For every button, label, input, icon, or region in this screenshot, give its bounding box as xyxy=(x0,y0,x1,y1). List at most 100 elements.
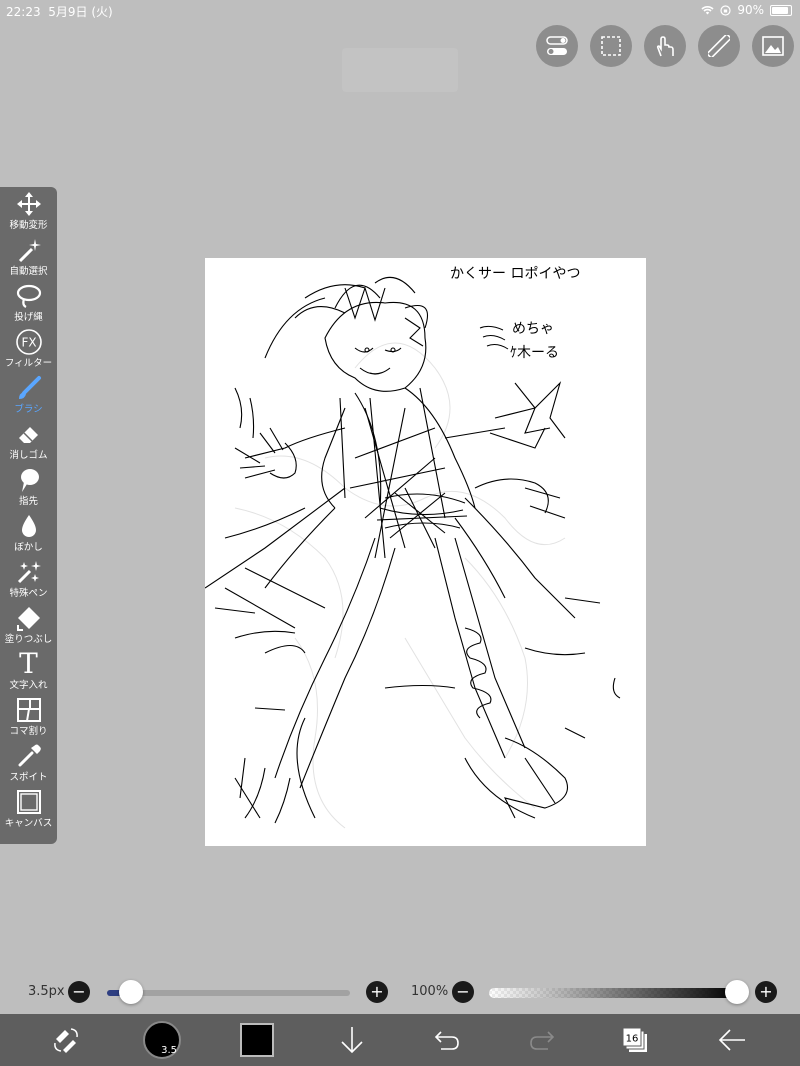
eraser-icon xyxy=(15,420,43,448)
text-icon: T xyxy=(19,647,38,680)
tool-label: 塗りつぶし xyxy=(4,634,53,645)
opacity-decrease-button[interactable]: − xyxy=(452,981,474,1003)
tool-blur[interactable]: ぼかし xyxy=(0,509,57,555)
undo-icon xyxy=(434,1031,459,1050)
fill-icon xyxy=(15,604,43,632)
touch-button[interactable] xyxy=(644,25,686,67)
tool-finger[interactable]: 指先 xyxy=(0,463,57,509)
annotation-top: かくサー ロポイやつ xyxy=(450,266,580,282)
status-time: 22:23 xyxy=(6,5,41,19)
blur-icon xyxy=(15,512,43,540)
canvas-icon xyxy=(15,788,43,816)
frame-divider-icon xyxy=(15,696,43,724)
plus-icon: + xyxy=(370,982,384,1001)
svg-text:16: 16 xyxy=(626,1034,639,1045)
slider-row: 3.5px − + 100% − + xyxy=(0,976,800,1010)
redo-button[interactable] xyxy=(522,1022,562,1058)
opacity-slider-handle[interactable] xyxy=(725,980,749,1004)
material-button[interactable] xyxy=(752,25,794,67)
touch-icon xyxy=(656,36,674,57)
brush-eraser-swap-button[interactable] xyxy=(46,1022,86,1058)
tool-label: コマ割り xyxy=(9,726,48,737)
tool-move-transform[interactable]: 移動変形 xyxy=(0,187,57,233)
brush-preview: 3.5 xyxy=(143,1021,181,1059)
status-right: 90% xyxy=(701,3,792,17)
tool-label: 特殊ペン xyxy=(9,588,48,599)
status-date: 5月9日 (火) xyxy=(48,5,113,19)
finger-icon xyxy=(15,466,43,494)
material-icon xyxy=(762,36,784,56)
tool-label: 投げ縄 xyxy=(14,312,43,323)
opacity-slider[interactable] xyxy=(489,988,737,998)
tool-label: 消しゴム xyxy=(9,450,48,461)
tool-filter[interactable]: FX フィルター xyxy=(0,325,57,371)
minus-icon: − xyxy=(72,982,86,1001)
tool-text[interactable]: T 文字入れ xyxy=(0,647,57,693)
brush-size-button[interactable]: 3.5 xyxy=(142,1021,182,1059)
annotation-mid-1: めちゃ xyxy=(512,321,554,337)
layers-button[interactable]: 16 xyxy=(615,1022,655,1058)
tool-label: ぼかし xyxy=(14,542,43,553)
brush-size-increase-button[interactable]: + xyxy=(366,981,388,1003)
opacity-increase-button[interactable]: + xyxy=(755,981,777,1003)
sketch-drawing: かくサー ロポイやつ めちゃ ｹ木ーる xyxy=(205,266,621,829)
magic-wand-icon xyxy=(15,236,43,264)
tool-magic-wand[interactable]: 自動選択 xyxy=(0,233,57,279)
tool-label: スポイト xyxy=(9,772,48,783)
brush-icon xyxy=(15,374,43,402)
color-button[interactable] xyxy=(237,1022,277,1058)
tool-eraser[interactable]: 消しゴム xyxy=(0,417,57,463)
minus-icon: − xyxy=(456,982,470,1001)
wifi-icon xyxy=(701,6,714,15)
svg-text:FX: FX xyxy=(21,336,36,350)
tool-label: フィルター xyxy=(4,358,53,369)
eyedropper-icon xyxy=(15,742,43,770)
orientation-lock-icon xyxy=(720,4,731,16)
tool-frame-divider[interactable]: コマ割り xyxy=(0,693,57,739)
brush-size-value: 3.5px xyxy=(28,984,65,999)
toggle-icon xyxy=(546,36,568,55)
back-button[interactable] xyxy=(712,1022,752,1058)
brush-size-decrease-button[interactable]: − xyxy=(68,981,90,1003)
tool-special-pen[interactable]: 特殊ペン xyxy=(0,555,57,601)
battery-icon xyxy=(770,4,792,16)
brush-size-slider[interactable] xyxy=(107,990,350,996)
selection-icon xyxy=(601,36,621,56)
tool-brush[interactable]: ブラシ xyxy=(0,371,57,417)
layers-icon: 16 xyxy=(622,1027,647,1052)
current-color-swatch xyxy=(240,1023,274,1057)
tool-label: 移動変形 xyxy=(9,220,48,231)
status-bar: 22:23 5月9日 (火) 90% xyxy=(0,0,800,20)
battery-percent: 90% xyxy=(737,3,764,17)
tool-eyedropper[interactable]: スポイト xyxy=(0,739,57,785)
tool-label: キャンバス xyxy=(4,818,53,829)
status-time-date: 22:23 5月9日 (火) xyxy=(6,3,113,20)
drawing-canvas[interactable]: かくサー ロポイやつ めちゃ ｹ木ーる xyxy=(205,258,646,846)
top-tools xyxy=(536,25,794,67)
brush-size-slider-handle[interactable] xyxy=(119,980,144,1004)
plus-icon: + xyxy=(759,982,773,1001)
tool-label: 自動選択 xyxy=(9,266,48,277)
tool-canvas[interactable]: キャンバス xyxy=(0,785,57,831)
ruler-icon xyxy=(708,35,730,57)
move-icon xyxy=(15,190,43,218)
redo-icon xyxy=(530,1031,555,1050)
tool-label: 指先 xyxy=(18,496,38,507)
tool-sidebar: 移動変形 自動選択 投げ縄 FX フィルター ブラシ 消しゴム 指先 ぼかし 特… xyxy=(0,187,57,844)
toggle-button[interactable] xyxy=(536,25,578,67)
tool-label: 文字入れ xyxy=(9,680,48,691)
tool-fill[interactable]: 塗りつぶし xyxy=(0,601,57,647)
selection-button[interactable] xyxy=(590,25,632,67)
brush-eraser-swap-icon xyxy=(54,1028,78,1053)
opacity-value: 100% xyxy=(411,984,449,999)
arrow-left-icon xyxy=(718,1029,745,1051)
tool-label: ブラシ xyxy=(14,404,43,415)
hidden-panel-placeholder xyxy=(342,48,458,92)
undo-button[interactable] xyxy=(427,1022,467,1058)
tool-lasso[interactable]: 投げ縄 xyxy=(0,279,57,325)
fx-icon: FX xyxy=(15,328,43,356)
download-button[interactable] xyxy=(332,1022,372,1058)
bottom-bar: 3.5 16 xyxy=(0,1014,800,1066)
lasso-icon xyxy=(15,282,43,310)
ruler-button[interactable] xyxy=(698,25,740,67)
